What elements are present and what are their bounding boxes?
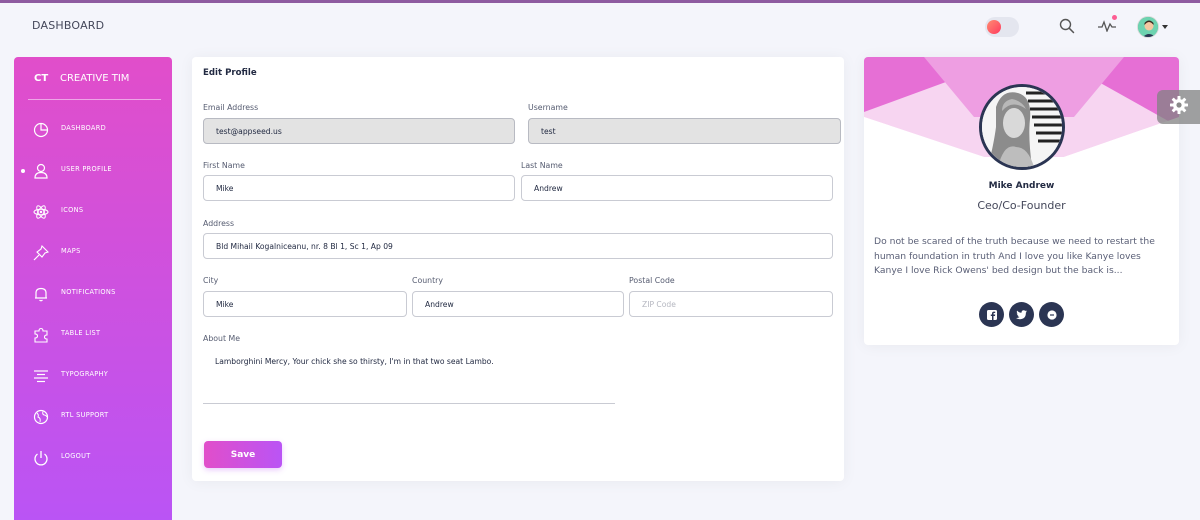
sidebar-item-label: NOTIFICATIONS	[61, 288, 116, 296]
logo-text[interactable]: CREATIVE TIM	[60, 73, 129, 84]
atom-icon	[32, 203, 50, 221]
sidebar-item-dashboard[interactable]: DASHBOARD	[14, 115, 172, 145]
page-title[interactable]: DASHBOARD	[32, 19, 104, 32]
world-icon	[32, 408, 50, 426]
city-field[interactable]	[203, 291, 407, 317]
email-label: Email Address	[203, 103, 259, 112]
avatar-dropdown[interactable]	[1135, 14, 1169, 40]
sidebar-divider	[28, 99, 161, 100]
notification-dot	[1112, 15, 1117, 20]
align-center-icon	[32, 367, 50, 385]
pin-icon	[32, 244, 50, 262]
about-me-label: About Me	[203, 334, 241, 343]
user-icon	[32, 162, 50, 180]
last-name-field[interactable]	[521, 175, 833, 201]
sidebar-logo[interactable]: CT CREATIVE TIM	[14, 71, 172, 89]
chart-pie-icon	[32, 121, 50, 139]
twitter-icon	[1016, 305, 1027, 324]
username-field[interactable]	[528, 118, 841, 144]
edit-profile-card: Edit Profile Email Address Username Firs…	[192, 57, 844, 481]
logo-mini[interactable]: CT	[34, 73, 48, 84]
facebook-button[interactable]	[979, 302, 1004, 327]
sidebar-item-label: DASHBOARD	[61, 124, 106, 132]
last-name-label: Last Name	[521, 161, 563, 170]
postal-code-label: Postal Code	[629, 276, 675, 285]
country-label: Country	[412, 276, 443, 285]
toggle-knob	[987, 20, 1001, 34]
google-button[interactable]	[1039, 302, 1064, 327]
sidebar-item-label: MAPS	[61, 247, 81, 255]
sidebar-item-label: ICONS	[61, 206, 84, 214]
profile-avatar	[979, 84, 1065, 170]
sidebar-item-table-list[interactable]: TABLE LIST	[14, 320, 172, 350]
profile-bio: Do not be scared of the truth because we…	[874, 236, 1155, 277]
country-field[interactable]	[412, 291, 624, 317]
twitter-button[interactable]	[1009, 302, 1034, 327]
chevron-down-icon	[1161, 25, 1168, 29]
user-profile-card: Mike Andrew Ceo/Co-Founder Do not be sca…	[864, 57, 1179, 345]
puzzle-icon	[32, 326, 50, 344]
first-name-label: First Name	[203, 161, 245, 170]
about-me-field[interactable]: Lamborghini Mercy, Your chick she so thi…	[203, 349, 615, 404]
email-field[interactable]	[203, 118, 515, 144]
sidebar-item-user-profile[interactable]: USER PROFILE	[14, 156, 172, 186]
settings-panel-toggle[interactable]	[1157, 90, 1200, 124]
profile-role: Ceo/Co-Founder	[977, 199, 1066, 212]
sidebar: CT CREATIVE TIM DASHBOARD USER PROFILE I…	[14, 57, 172, 520]
first-name-field[interactable]	[203, 175, 515, 201]
profile-name: Mike Andrew	[988, 181, 1055, 191]
google-icon	[1046, 305, 1057, 324]
bell-icon	[32, 285, 50, 303]
sidebar-item-maps[interactable]: MAPS	[14, 238, 172, 268]
sidebar-item-label: USER PROFILE	[61, 165, 112, 173]
sidebar-item-icons[interactable]: ICONS	[14, 197, 172, 227]
postal-code-field[interactable]	[629, 291, 833, 317]
theme-toggle[interactable]	[985, 17, 1019, 37]
card-title: Edit Profile	[203, 68, 257, 78]
sidebar-item-rtl-support[interactable]: RTL SUPPORT	[14, 402, 172, 432]
active-indicator	[21, 169, 25, 173]
power-icon	[32, 449, 50, 467]
username-label: Username	[528, 103, 568, 112]
save-button[interactable]: Save	[204, 441, 282, 468]
sidebar-item-notifications[interactable]: NOTIFICATIONS	[14, 279, 172, 309]
gear-icon	[1169, 95, 1189, 119]
activity-icon[interactable]	[1095, 15, 1119, 37]
navbar: DASHBOARD	[0, 3, 1200, 51]
sidebar-item-label: TABLE LIST	[61, 329, 101, 337]
sidebar-item-typography[interactable]: TYPOGRAPHY	[14, 361, 172, 391]
address-label: Address	[203, 219, 235, 228]
address-field[interactable]	[203, 233, 833, 259]
facebook-icon	[986, 305, 997, 324]
sidebar-item-logout[interactable]: LOGOUT	[14, 443, 172, 473]
search-icon[interactable]	[1056, 15, 1078, 37]
city-label: City	[203, 276, 219, 285]
avatar	[1136, 16, 1159, 38]
sidebar-item-label: LOGOUT	[61, 452, 91, 460]
sidebar-item-label: TYPOGRAPHY	[61, 370, 109, 378]
sidebar-item-label: RTL SUPPORT	[61, 411, 109, 419]
